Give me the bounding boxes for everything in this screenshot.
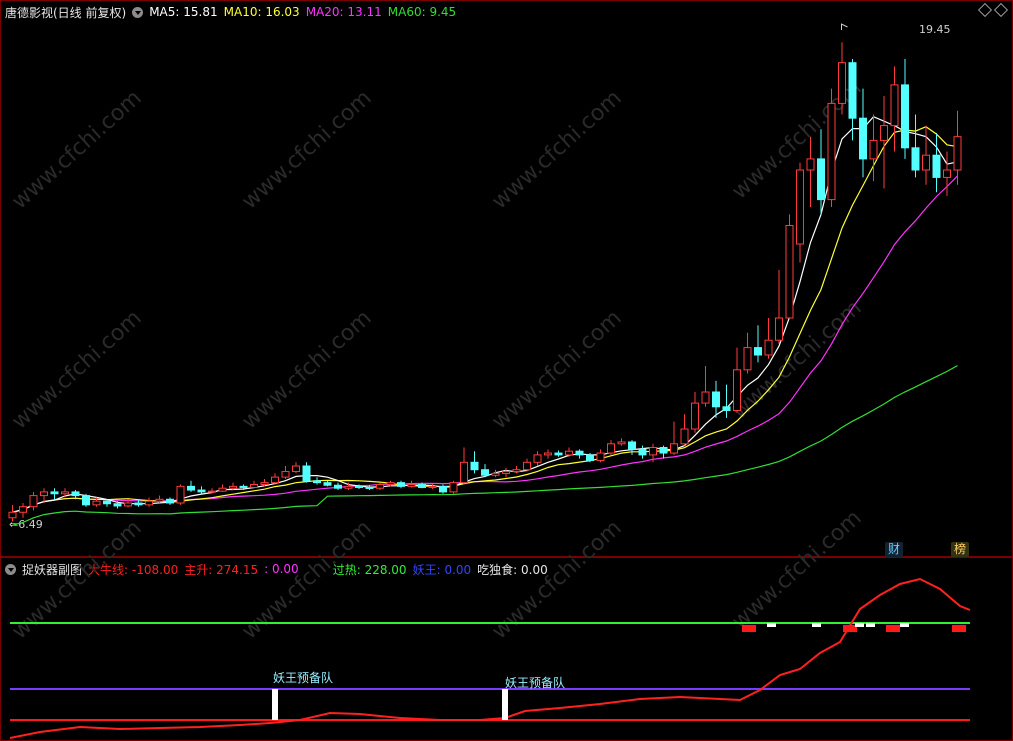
indicator-chiduchi: 吃独食: 0.00 (477, 562, 548, 577)
ma20-readout: MA20: 13.11 (305, 5, 382, 19)
high-price-label: 19.45 (919, 23, 951, 36)
indicator-blank: : 0.00 (264, 562, 299, 576)
ma5-readout: MA5: 15.81 (149, 5, 218, 19)
low-price-label: ⇐6.49 (9, 518, 43, 531)
chart-controls (977, 2, 1009, 18)
main-chart-header: 唐德影视(日线 前复权) MA5: 15.81 MA10: 16.03 MA20… (5, 4, 456, 20)
main-chart-panel[interactable]: 唐德影视(日线 前复权) MA5: 15.81 MA10: 16.03 MA20… (0, 0, 1013, 557)
indicator-guore: 过热: 228.00 (332, 562, 407, 577)
diamond-icon[interactable] (977, 2, 993, 18)
diamond-icon[interactable] (993, 2, 1009, 18)
collapse-icon[interactable] (132, 6, 144, 18)
sub-chart-header: 捉妖器副图 大牛线: -108.00 主升: 274.15 : 0.00 过热:… (5, 561, 548, 577)
indicator-zhusheng: 主升: 274.15 (184, 562, 259, 577)
ma60-readout: MA60: 9.45 (387, 5, 457, 19)
finance-badge[interactable]: 财 (885, 542, 903, 557)
ma10-readout: MA10: 16.03 (223, 5, 300, 19)
collapse-icon[interactable] (5, 563, 16, 575)
indicator-daniu: 大牛线: -108.00 (88, 562, 179, 577)
stock-title[interactable]: 唐德影视(日线 前复权) (5, 4, 126, 21)
indicator-yaowang: 妖王: 0.00 (412, 562, 472, 577)
ranking-badge[interactable]: 榜 (951, 542, 969, 557)
sub-chart-panel[interactable]: 捉妖器副图 大牛线: -108.00 主升: 274.15 : 0.00 过热:… (0, 557, 1013, 741)
indicator-title[interactable]: 捉妖器副图 (22, 561, 82, 578)
